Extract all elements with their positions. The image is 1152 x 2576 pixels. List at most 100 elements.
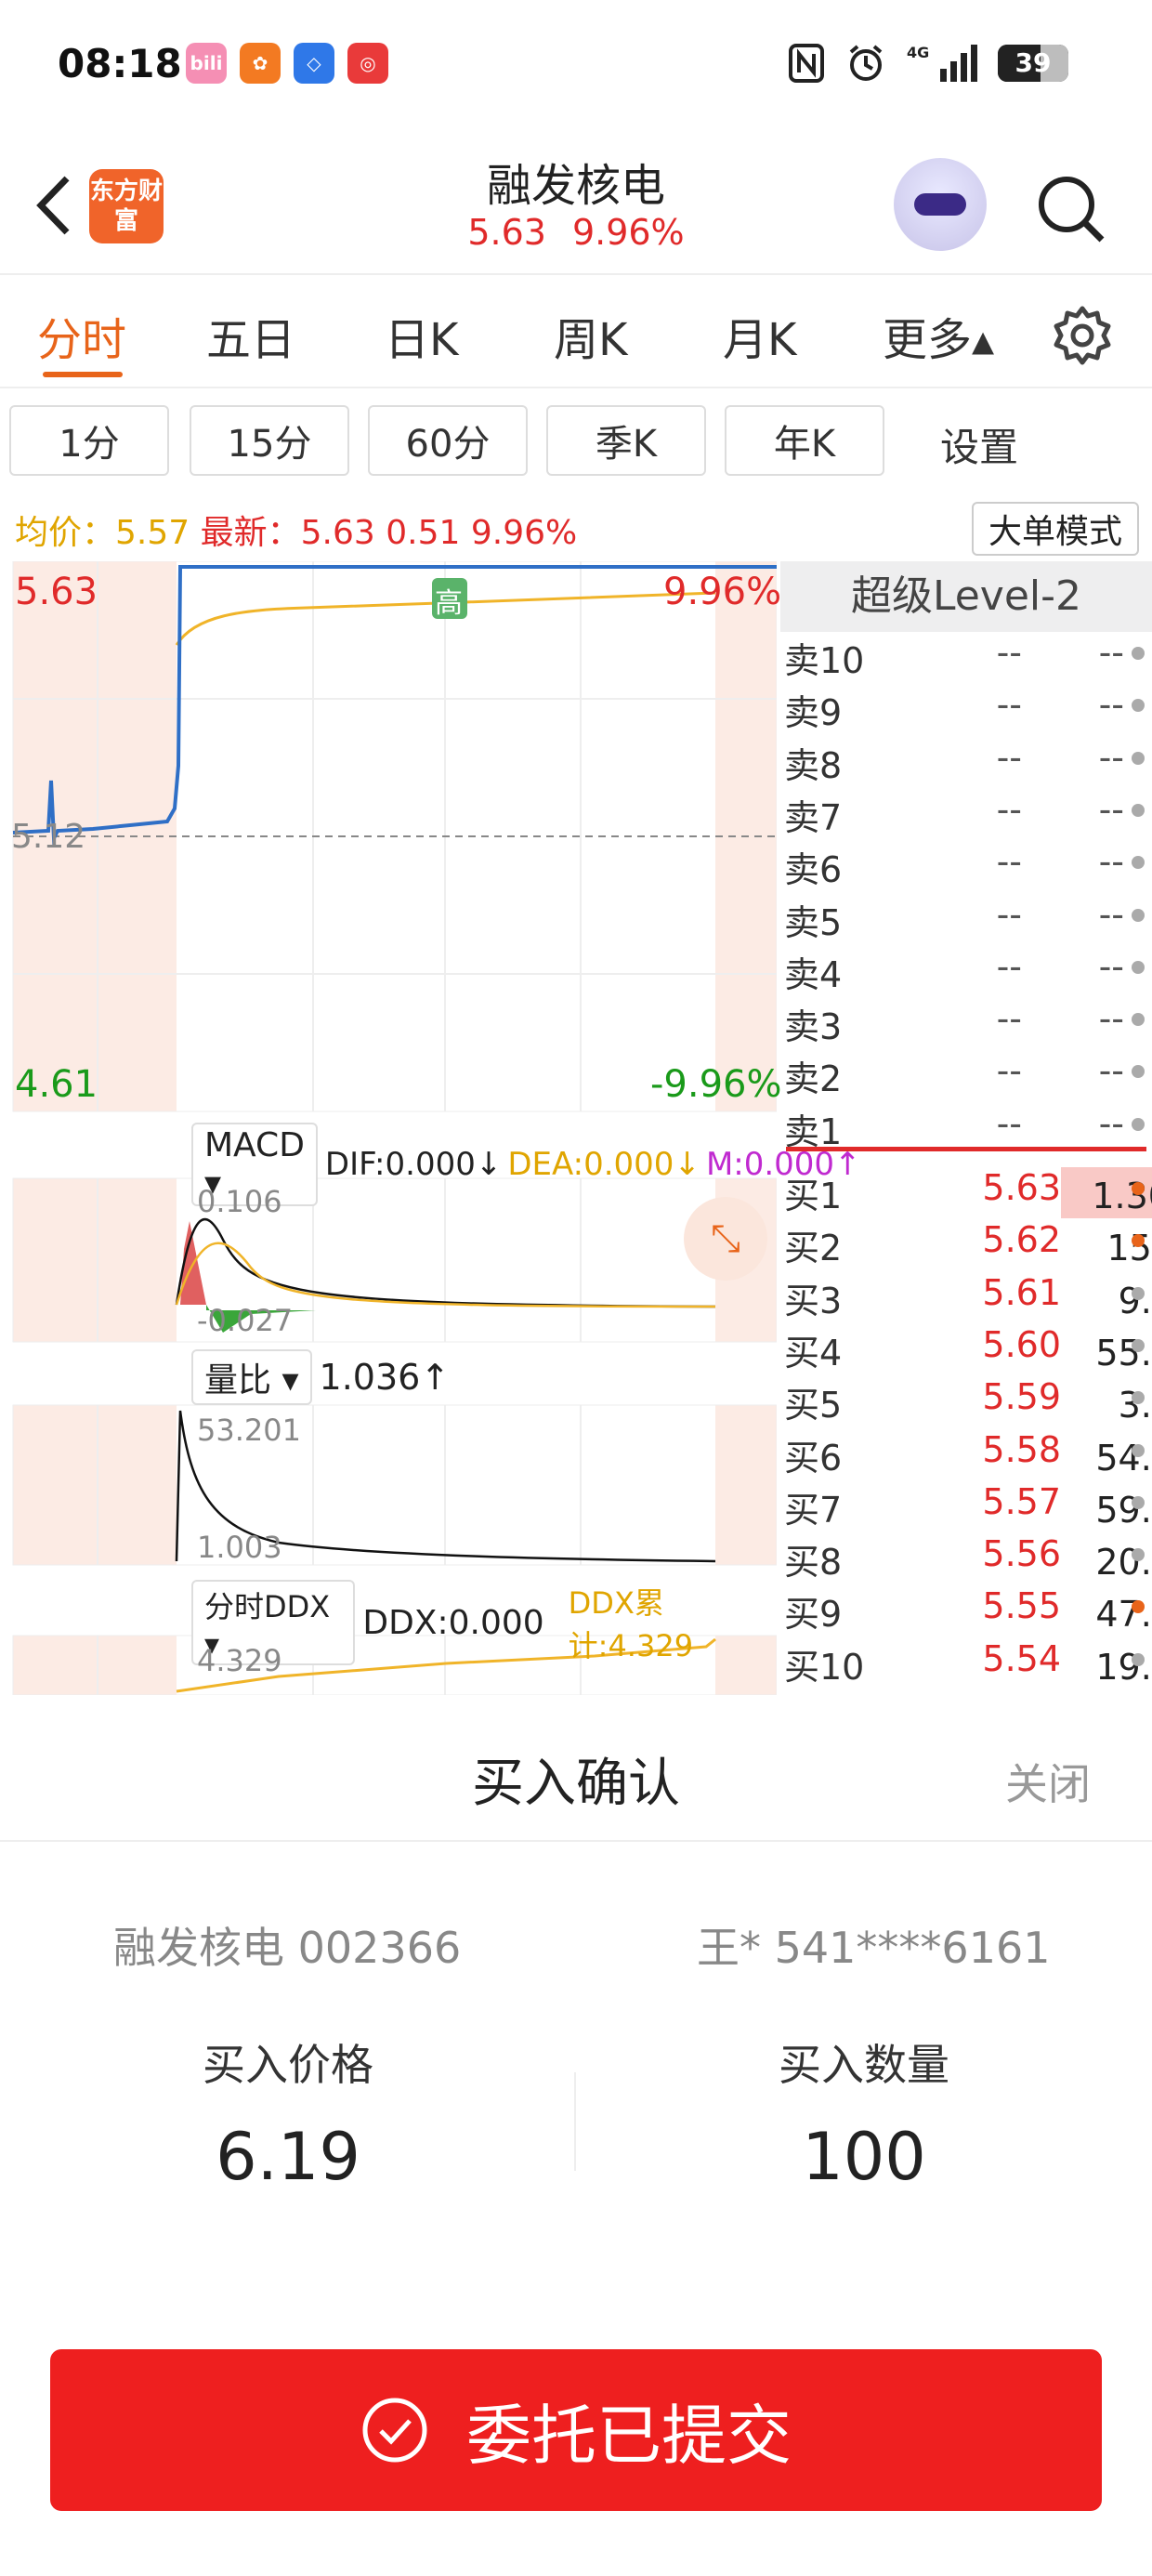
buy-level-label: 买5 (784, 1385, 843, 1426)
buy-level-label: 买3 (784, 1280, 843, 1321)
high-marker: 高 (435, 587, 463, 620)
sell-level-row[interactable]: 卖8 -- -- (780, 731, 1152, 786)
sell-level-row[interactable]: 卖7 -- -- (780, 783, 1152, 838)
buy-level-price: 5.58 (982, 1428, 1061, 1470)
buy-level-price: 5.54 (982, 1637, 1061, 1679)
interval-year-k-button[interactable]: 年K (725, 405, 884, 476)
sell-level-label: 卖6 (784, 849, 843, 891)
volume-ratio-select[interactable]: 量比 ▾ (191, 1349, 312, 1405)
buy-level-row[interactable]: 买45.6055.3万 (780, 1319, 1152, 1373)
buy-level-row[interactable]: 买35.619.8万 (780, 1267, 1152, 1321)
macd-axis-top: 0.106 (197, 1184, 282, 1219)
sell-level-row[interactable]: 卖4 -- -- (780, 940, 1152, 995)
dialog-close-button[interactable]: 关闭 (1005, 1751, 1091, 1812)
volume-ratio-name: 量比 (204, 1361, 272, 1400)
buy-level-label: 买4 (784, 1332, 843, 1373)
battery-level: 39 (1015, 47, 1052, 78)
ddx-cum: DDX累计:4.329 (568, 1585, 694, 1663)
buy-level-row[interactable]: 买15.631.30亿 (780, 1162, 1152, 1218)
app-notification-icon: ◇ (294, 43, 334, 84)
price-change-pct: 9.96% (470, 514, 578, 552)
buy-level-row[interactable]: 买85.5620.2万 (780, 1528, 1152, 1583)
level-dot-icon (1132, 1548, 1145, 1562)
latest-price-label: 最新： (200, 514, 301, 552)
buy-level-label: 买8 (784, 1542, 843, 1584)
interval-settings-button[interactable]: 设置 (940, 416, 1018, 473)
sell-level-row[interactable]: 卖10 -- -- (780, 626, 1152, 681)
buy-level-label: 买6 (784, 1437, 843, 1479)
buy-level-row[interactable]: 买95.5547.5万 (780, 1580, 1152, 1635)
macd-axis-bottom: -0.027 (197, 1303, 294, 1338)
big-order-mode-button[interactable]: 大单模式 (972, 502, 1139, 556)
sell-level-row[interactable]: 卖3 -- -- (780, 992, 1152, 1047)
buy-confirm-dialog: 买入确认 关闭 融发核电 002366 王* 541****6161 买入价格 … (0, 1695, 1152, 2576)
sell-level-volume: -- (1098, 684, 1124, 726)
sell-level-label: 卖5 (784, 901, 843, 943)
sell-level-label: 卖2 (784, 1058, 843, 1100)
sell-level-volume: -- (1098, 945, 1124, 987)
stock-price: 5.63 (467, 212, 546, 253)
level-dot-icon (1132, 960, 1145, 974)
order-submitted-label: 委托已提交 (466, 2397, 792, 2474)
sell-level-row[interactable]: 卖6 -- -- (780, 835, 1152, 890)
bilibili-icon: bili (186, 43, 227, 84)
level-dot-icon (1132, 1286, 1145, 1300)
macd-dea: DEA:0.000↓ (507, 1146, 700, 1183)
buy-level-price: 5.57 (982, 1480, 1061, 1522)
notification-icons: bili ✿ ◇ ◎ (186, 43, 388, 84)
tab-weekly-k[interactable]: 周K (554, 303, 627, 368)
dialog-account-info: 王* 541****6161 (697, 1923, 1051, 1973)
dialog-title: 买入确认 (472, 1754, 680, 1814)
buy-level-row[interactable]: 买25.62155万 (780, 1214, 1152, 1268)
buy-level-row[interactable]: 买75.5759.2万 (780, 1476, 1152, 1531)
ddx-axis-top: 4.329 (197, 1643, 282, 1678)
interval-15min-button[interactable]: 15分 (190, 405, 349, 476)
order-book-title: 超级Level-2 (780, 561, 1152, 632)
macd-dif: DIF:0.000↓ (324, 1146, 503, 1183)
tab-intraday[interactable]: 分时 (37, 303, 126, 368)
sell-level-label: 卖4 (784, 953, 843, 995)
tab-monthly-k[interactable]: 月K (723, 303, 796, 368)
interval-1min-button[interactable]: 1分 (9, 405, 169, 476)
buy-level-row[interactable]: 买105.5419.2万 (780, 1633, 1152, 1688)
interval-quarter-k-button[interactable]: 季K (546, 405, 706, 476)
sell-level-row[interactable]: 卖5 -- -- (780, 888, 1152, 943)
tab-more[interactable]: 更多▴ (883, 303, 994, 368)
assistant-robot-icon[interactable] (894, 158, 987, 251)
level-dot-icon (1132, 1652, 1145, 1666)
sell-level-label: 卖7 (784, 796, 843, 838)
status-bar: 08:18 bili ✿ ◇ ◎ 4G 39 (0, 0, 1152, 138)
sell-level-row[interactable]: 卖1 -- -- (780, 1097, 1152, 1152)
buy-level-row[interactable]: 买65.5854.2万 (780, 1424, 1152, 1479)
price-change: 0.51 (386, 514, 461, 552)
chart-settings-button[interactable] (1050, 303, 1115, 368)
buy-level-row[interactable]: 买55.593.5万 (780, 1371, 1152, 1426)
signal-icon: 4G (907, 43, 977, 84)
expand-chart-button[interactable]: ⤡ (684, 1197, 767, 1281)
tab-daily-k[interactable]: 日K (385, 303, 458, 368)
buy-price-value: 6.19 (216, 2119, 360, 2195)
sell-level-volume: -- (1098, 788, 1124, 830)
intraday-chart[interactable]: 5.63 9.96% 5.12 4.61 -9.96% 高 MACD ▾ DIF… (0, 561, 861, 1695)
search-button[interactable] (1033, 171, 1107, 245)
volume-ratio-axis-top: 53.201 (197, 1413, 301, 1448)
buy-price-label: 买入价格 (203, 2040, 373, 2090)
volume-ratio-axis-bottom: 1.003 (197, 1530, 282, 1565)
expand-icon: ⤡ (711, 1217, 740, 1260)
sell-level-row[interactable]: 卖2 -- -- (780, 1045, 1152, 1099)
macd-header: MACD ▾ DIF:0.000↓ DEA:0.000↓ M:0.000↑ (191, 1123, 867, 1206)
level-dot-icon (1132, 1338, 1145, 1352)
ddx-name: 分时DDX (204, 1589, 331, 1624)
buy-level-price: 5.59 (982, 1376, 1061, 1418)
sell-level-row[interactable]: 卖9 -- -- (780, 678, 1152, 733)
pct-axis-high: 9.96% (663, 571, 782, 613)
order-submitted-button[interactable]: 委托已提交 (50, 2349, 1102, 2511)
buy-level-label: 买10 (784, 1646, 865, 1688)
buy-level-label: 买9 (784, 1594, 843, 1636)
network-type: 4G (907, 44, 929, 61)
tab-five-day[interactable]: 五日 (206, 303, 295, 368)
interval-60min-button[interactable]: 60分 (368, 405, 528, 476)
stock-change-pct: 9.96% (571, 212, 685, 253)
level-dot-icon (1132, 1117, 1145, 1131)
period-tabs: 分时 五日 日K 周K 月K 更多▴ (0, 275, 1152, 388)
